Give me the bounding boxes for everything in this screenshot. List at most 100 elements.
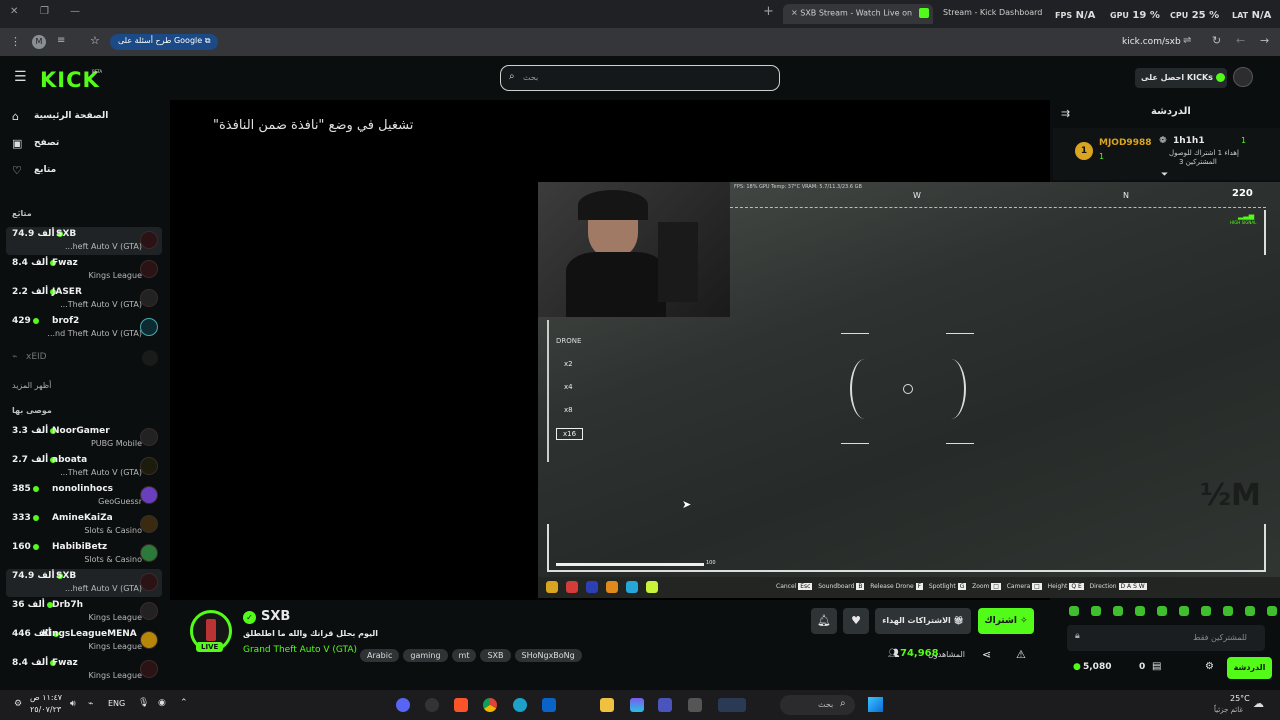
key-b: B <box>856 583 865 590</box>
discord-icon[interactable] <box>396 698 410 712</box>
app4-icon[interactable] <box>718 698 746 712</box>
channel-item-brof2[interactable]: 429 brof2 ...nd Theft Auto V (GTA) <box>6 314 162 342</box>
tag-gaming[interactable]: gaming <box>403 649 448 662</box>
forward-icon[interactable]: ← <box>1236 34 1245 47</box>
channel-item-drb7h[interactable]: 36 ألف Drb7h Kings League <box>6 598 162 626</box>
game-link[interactable]: Grand Theft Auto V (GTA) <box>243 645 357 655</box>
channel-item-aboata[interactable]: 2.7 ألف aboata ...Theft Auto V (GTA) <box>6 453 162 481</box>
channel-item-jaser[interactable]: 2.2 ألف JASER ...Theft Auto V (GTA) <box>6 285 162 313</box>
video-player[interactable]: FPS: 18% GPU Temp: 37°C VRAM: 5.7/11.3/2… <box>538 182 1280 598</box>
channel-item-kingsleaguemena[interactable]: 446 ألف KingsLeagueMENA Kings League <box>6 627 162 655</box>
gift-subs-button[interactable]: الاشتراكات الهداء 🎁︎ <box>875 608 971 634</box>
follow-heart-icon[interactable]: ♥ <box>843 608 869 634</box>
teams-icon[interactable] <box>658 698 672 712</box>
url-text[interactable]: kick.com/sxb <box>1122 37 1181 47</box>
reload-icon[interactable]: ↻ <box>1212 34 1221 47</box>
channel-item-fwaz[interactable]: 8.4 ألف Fwaz Kings League <box>6 256 162 284</box>
filter-icon[interactable]: ⏷ <box>1161 170 1168 180</box>
channel-item-aminekaiza[interactable]: 333 AmineKaiZa Slots & Casino <box>6 511 162 539</box>
channel-item-nonolinhocs[interactable]: 385 nonolinhocs GeoGuessr <box>6 482 162 510</box>
tag-shongxbong[interactable]: SHoNgxBoNg <box>514 649 582 662</box>
emote-7-icon[interactable] <box>1201 606 1211 616</box>
minimize-icon[interactable]: — <box>70 6 80 17</box>
show-hidden-icons[interactable]: ⌃ <box>180 698 188 708</box>
emote-8-icon[interactable] <box>1223 606 1233 616</box>
subscribe-button[interactable]: اشتراك ✧ <box>978 608 1034 634</box>
bookmark-star-icon[interactable]: ☆ <box>90 34 100 47</box>
channel-item-xeid-offline[interactable]: ⌁ xEID <box>6 350 162 366</box>
app2-icon[interactable] <box>630 698 644 712</box>
channel-item-sxb[interactable]: 74.9 ألف SXB ...heft Auto V (GTA) <box>6 227 162 255</box>
site-settings-icon[interactable]: ⇌ <box>1183 35 1191 46</box>
edge-icon[interactable] <box>513 698 527 712</box>
customize-icon[interactable]: ≡ <box>57 35 65 46</box>
show-more-link[interactable]: أظهر المزيد <box>12 381 51 390</box>
clock-date[interactable]: ٢٥/٠٧/٢٣ <box>30 705 61 714</box>
chrome-icon[interactable] <box>483 698 497 712</box>
report-icon[interactable]: ⚠ <box>1016 648 1026 661</box>
close-tab-icon[interactable]: ✕ <box>791 9 798 18</box>
chat-input[interactable]: 🔒︎ للمشتركين فقط <box>1067 625 1265 651</box>
weather-desc[interactable]: غائم جزئياً <box>1214 706 1243 714</box>
start-windows-icon[interactable] <box>868 697 883 712</box>
google-ask-chip[interactable]: طرح أسئلة على Google ⧉ <box>110 34 219 50</box>
emote-3-icon[interactable] <box>1113 606 1123 616</box>
emote-9-icon[interactable] <box>1245 606 1255 616</box>
file-explorer-icon[interactable] <box>600 698 614 712</box>
emote-10-icon[interactable] <box>1267 606 1277 616</box>
outlook-icon[interactable] <box>542 698 556 712</box>
sidebar-item-browse[interactable]: ▣ تصفح <box>0 138 170 154</box>
tab-sxb-stream[interactable]: ✕ SXB Stream - Watch Live on <box>783 4 933 24</box>
tag-sxb[interactable]: SXB <box>480 649 511 662</box>
app-icon[interactable] <box>425 698 439 712</box>
profile-avatar[interactable]: M <box>32 35 46 49</box>
volume-icon[interactable]: 🔊︎ <box>70 699 76 709</box>
sidebar-item-following[interactable]: ♡ متابع <box>0 165 170 181</box>
emote-1-icon[interactable] <box>1069 606 1079 616</box>
clock-time[interactable]: ١١:٤٧ ص <box>30 693 62 702</box>
chat-send-button[interactable]: الدردشة <box>1227 657 1272 679</box>
channel-item-fwaz-recommended[interactable]: 8.4 ألف Fwaz Kings League <box>6 656 162 684</box>
channel-avatar <box>140 631 158 649</box>
search-box[interactable]: ⌕ بحث <box>500 65 780 91</box>
close-window-icon[interactable]: ✕ <box>10 6 18 17</box>
share-icon[interactable]: ⋖ <box>982 648 991 661</box>
emote-4-icon[interactable] <box>1135 606 1145 616</box>
language-indicator[interactable]: ENG <box>108 699 125 708</box>
back-icon[interactable]: → <box>1260 34 1269 47</box>
collapse-chat-icon[interactable]: ⇉ <box>1061 107 1070 120</box>
settings-gear-icon[interactable]: ⚙ <box>1205 661 1214 672</box>
emote-6-icon[interactable] <box>1179 606 1189 616</box>
app3-icon[interactable] <box>688 698 702 712</box>
search-placeholder[interactable]: بحث <box>523 73 538 82</box>
emote-2-icon[interactable] <box>1091 606 1101 616</box>
get-kicks-button[interactable]: احصل على KICKs <box>1135 68 1227 88</box>
tab-kick-dashboard[interactable]: Stream - Kick Dashboard <box>935 4 1055 24</box>
hamburger-menu-icon[interactable]: ☰ <box>14 69 27 85</box>
channel-item-habibibetz[interactable]: 160 HabibiBetz Slots & Casino <box>6 540 162 568</box>
kick-logo[interactable]: KICK <box>40 68 100 92</box>
emote-5-icon[interactable] <box>1157 606 1167 616</box>
brave-icon[interactable] <box>454 698 468 712</box>
drone-battery-value: 100 <box>706 560 716 566</box>
record-icon[interactable]: ◉ <box>158 698 166 708</box>
menu-dots-icon[interactable]: ⋮ <box>10 35 21 48</box>
maximize-icon[interactable]: ❐ <box>40 6 49 17</box>
channel-name[interactable]: SXB <box>261 609 290 624</box>
user-avatar[interactable] <box>1233 67 1253 87</box>
tag-arabic[interactable]: Arabic <box>360 649 400 662</box>
shop-icon[interactable]: ▤ <box>1152 661 1161 672</box>
channel-item-noorgamer[interactable]: 3.3 ألف NoorGamer PUBG Mobile <box>6 424 162 452</box>
zoom-x16-selected: x16 <box>556 428 584 440</box>
tag-mt[interactable]: mt <box>451 649 477 662</box>
points-value: 5,080 <box>1083 662 1112 672</box>
network-icon[interactable]: ⌁ <box>88 699 93 709</box>
taskbar-search[interactable]: بحث ⌕ <box>780 695 855 715</box>
notifications-icon[interactable]: ⚙ <box>14 699 22 709</box>
weather-temp[interactable]: 25°C <box>1230 694 1250 703</box>
new-tab-icon[interactable]: + <box>763 4 774 19</box>
sidebar-item-home[interactable]: ⌂ الصفحة الرئيسية <box>0 111 170 127</box>
channel-item-sxb-recommended[interactable]: 74.9 ألف SXB ...heft Auto V (GTA) <box>6 569 162 597</box>
notification-bell-icon[interactable]: 🔔︎ <box>811 608 837 634</box>
mic-icon[interactable]: 🎙︎ <box>138 698 149 708</box>
